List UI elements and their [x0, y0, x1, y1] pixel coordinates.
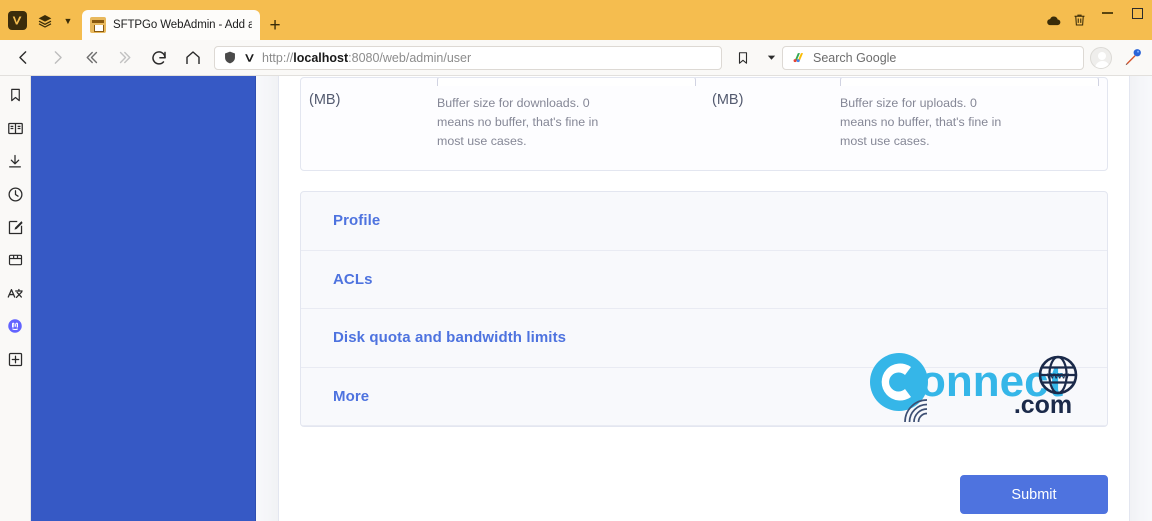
- vivaldi-panel-sidebar: [0, 76, 31, 521]
- eyedropper-icon[interactable]: [1118, 43, 1146, 73]
- downloads-panel-download-icon[interactable]: [4, 150, 26, 172]
- translate-panel-translate-icon[interactable]: [4, 282, 26, 304]
- download-buffer-field-group: (MB) Buffer size for downloads. 0 means …: [301, 78, 704, 170]
- reload-icon[interactable]: [142, 43, 176, 73]
- search-input-placeholder: Search Google: [813, 50, 897, 65]
- submit-button[interactable]: Submit: [960, 475, 1108, 514]
- mastodon-panel-mastodon-icon[interactable]: [4, 315, 26, 337]
- sftpgo-sidebar[interactable]: [31, 76, 256, 521]
- maximize-button[interactable]: [1122, 2, 1152, 24]
- form-actions: Submit: [300, 475, 1108, 514]
- rewind-icon[interactable]: [74, 43, 108, 73]
- bookmarks-panel-bookmark-icon[interactable]: [4, 84, 26, 106]
- new-tab-button[interactable]: +: [260, 10, 290, 40]
- page-main-content: (MB) Buffer size for downloads. 0 means …: [256, 76, 1152, 521]
- window-controls: [1040, 0, 1152, 40]
- address-bar-url: http://localhost:8080/web/admin/user: [262, 50, 472, 65]
- tab-title: SFTPGo WebAdmin - Add a: [113, 19, 252, 31]
- upload-buffer-unit-label: (MB): [712, 92, 744, 108]
- accordion-profile-label: Profile: [333, 212, 381, 230]
- bookmark-chevron-down-icon[interactable]: [760, 43, 782, 73]
- tab-stack-chevron-down-icon[interactable]: ▼: [58, 2, 78, 40]
- accordion-profile[interactable]: Profile: [301, 192, 1107, 251]
- google-icon: [791, 50, 806, 65]
- address-bar[interactable]: http://localhost:8080/web/admin/user: [214, 45, 722, 70]
- tab-stack-icon[interactable]: [32, 2, 58, 40]
- download-buffer-help-text: Buffer size for downloads. 0 means no bu…: [437, 96, 599, 148]
- web-page: (MB) Buffer size for downloads. 0 means …: [31, 76, 1152, 521]
- notes-panel-note-edit-icon[interactable]: [4, 216, 26, 238]
- upload-buffer-help-text: Buffer size for uploads. 0 means no buff…: [840, 96, 1002, 148]
- vivaldi-v-icon: [243, 51, 256, 65]
- trash-icon[interactable]: [1066, 0, 1092, 40]
- home-icon[interactable]: [176, 43, 210, 73]
- reading-list-panel-book-icon[interactable]: [4, 117, 26, 139]
- accordion-disk-quota-label: Disk quota and bandwidth limits: [333, 329, 567, 347]
- browser-tab[interactable]: SFTPGo WebAdmin - Add a: [82, 10, 260, 40]
- download-buffer-unit-label: (MB): [309, 92, 341, 108]
- fast-forward-icon: [108, 43, 142, 73]
- accordion-disk-quota[interactable]: Disk quota and bandwidth limits: [301, 309, 1107, 368]
- windows-panel-window-icon[interactable]: [4, 249, 26, 271]
- buffer-size-fields-group: (MB) Buffer size for downloads. 0 means …: [300, 77, 1108, 171]
- form-accordion: Profile ACLs Disk quota and bandwidth li…: [300, 191, 1108, 427]
- upload-buffer-input[interactable]: [840, 78, 1099, 86]
- accordion-acls[interactable]: ACLs: [301, 251, 1107, 309]
- accordion-more-label: More: [333, 387, 370, 405]
- vivaldi-logo-icon[interactable]: [2, 0, 32, 40]
- history-panel-clock-icon[interactable]: [4, 183, 26, 205]
- shield-icon[interactable]: [223, 50, 237, 65]
- add-panel-plus-box-icon[interactable]: [4, 348, 26, 370]
- back-icon[interactable]: [6, 43, 40, 73]
- accordion-more[interactable]: More: [301, 368, 1107, 426]
- user-form-card: (MB) Buffer size for downloads. 0 means …: [278, 76, 1130, 521]
- accordion-acls-label: ACLs: [333, 270, 373, 288]
- upload-buffer-field-group: (MB) Buffer size for uploads. 0 means no…: [704, 78, 1107, 170]
- cloud-sync-icon[interactable]: [1040, 0, 1066, 40]
- sftpgo-favicon-icon: [90, 17, 106, 33]
- download-buffer-input[interactable]: [437, 78, 696, 86]
- search-field[interactable]: Search Google: [782, 45, 1084, 70]
- browser-toolbar: http://localhost:8080/web/admin/user Sea…: [0, 40, 1152, 76]
- browser-viewport: (MB) Buffer size for downloads. 0 means …: [0, 76, 1152, 521]
- browser-window: ▼ SFTPGo WebAdmin - Add a + http://local…: [0, 0, 1152, 521]
- bookmark-icon[interactable]: [726, 43, 760, 73]
- profile-avatar[interactable]: [1084, 43, 1118, 73]
- browser-titlebar: ▼ SFTPGo WebAdmin - Add a +: [0, 0, 1152, 40]
- minimize-button[interactable]: [1092, 2, 1122, 24]
- forward-icon: [40, 43, 74, 73]
